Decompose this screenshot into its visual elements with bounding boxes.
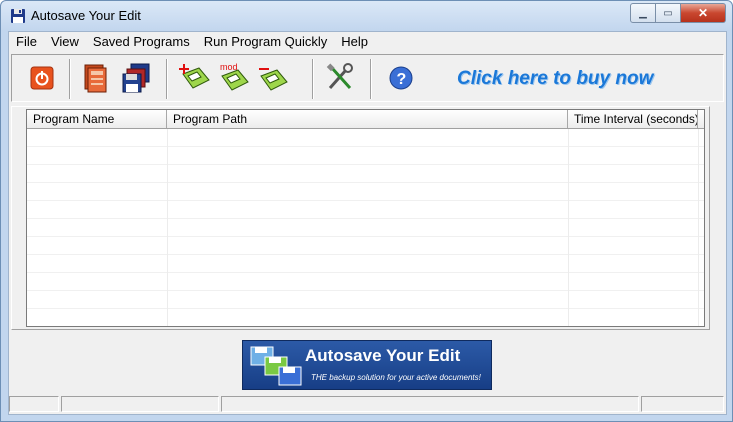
app-window: Autosave Your Edit ▁ ▭ ✕ File View Saved… xyxy=(0,0,733,422)
column-program-path[interactable]: Program Path xyxy=(167,110,568,128)
client-area: File View Saved Programs Run Program Qui… xyxy=(8,31,727,415)
menu-view[interactable]: View xyxy=(44,32,86,52)
menu-file[interactable]: File xyxy=(9,32,44,52)
add-program-button[interactable] xyxy=(178,61,212,95)
maximize-icon: ▭ xyxy=(663,7,673,19)
column-time-interval[interactable]: Time Interval (seconds) xyxy=(568,110,698,128)
status-panel xyxy=(9,396,59,412)
close-button[interactable]: ✕ xyxy=(681,3,726,23)
modify-floppy-icon: mod xyxy=(220,62,249,91)
floppy-app-icon xyxy=(11,9,25,23)
help-button[interactable]: ? xyxy=(384,61,418,95)
title-bar[interactable]: Autosave Your Edit ▁ ▭ ✕ xyxy=(1,1,732,31)
minimize-icon: ▁ xyxy=(639,7,647,19)
banner-title: Autosave Your Edit xyxy=(305,346,461,365)
open-folder-icon xyxy=(84,64,107,93)
toolbar-separator xyxy=(312,59,314,99)
product-banner[interactable]: Autosave Your Edit THE backup solution f… xyxy=(242,340,492,390)
remove-floppy-icon xyxy=(259,68,288,91)
program-list[interactable]: Program Name Program Path Time Interval … xyxy=(26,109,705,327)
status-panel xyxy=(641,396,724,412)
save-all-button[interactable] xyxy=(120,61,154,95)
column-program-name[interactable]: Program Name xyxy=(27,110,167,128)
toolbar: mod ? Click here to buy now xyxy=(11,54,724,102)
tools-icon xyxy=(326,63,353,90)
status-panel xyxy=(221,396,639,412)
menu-saved-programs[interactable]: Saved Programs xyxy=(86,32,197,52)
buy-now-link[interactable]: Click here to buy now xyxy=(457,68,653,90)
modify-program-button[interactable]: mod xyxy=(217,61,251,95)
toolbar-separator xyxy=(69,59,71,99)
settings-button[interactable] xyxy=(323,61,357,95)
status-panel xyxy=(61,396,219,412)
column-divider xyxy=(167,129,168,326)
floppy-stack-icon xyxy=(122,63,150,93)
menu-run-program-quickly[interactable]: Run Program Quickly xyxy=(197,32,335,52)
power-icon xyxy=(30,66,54,90)
banner-subtitle: THE backup solution for your active docu… xyxy=(311,373,481,382)
menu-bar: File View Saved Programs Run Program Qui… xyxy=(9,32,726,52)
status-bar xyxy=(9,396,726,414)
toolbar-separator xyxy=(166,59,168,99)
add-floppy-icon xyxy=(179,64,210,89)
window-controls: ▁ ▭ ✕ xyxy=(630,3,726,23)
open-button[interactable] xyxy=(80,61,114,95)
list-rows xyxy=(27,129,704,326)
remove-program-button[interactable] xyxy=(256,61,290,95)
close-icon: ✕ xyxy=(697,6,709,20)
window-title: Autosave Your Edit xyxy=(31,8,141,23)
help-icon: ? xyxy=(389,66,413,90)
maximize-button[interactable]: ▭ xyxy=(656,3,681,23)
menu-help[interactable]: Help xyxy=(334,32,375,52)
floppy-stack-icon xyxy=(250,346,302,386)
toolbar-separator xyxy=(370,59,372,99)
column-divider xyxy=(698,129,699,326)
stop-button[interactable] xyxy=(25,61,59,95)
minimize-button[interactable]: ▁ xyxy=(630,3,656,23)
svg-text:?: ? xyxy=(397,71,407,88)
list-header: Program Name Program Path Time Interval … xyxy=(27,110,704,129)
column-divider xyxy=(568,129,569,326)
mod-label: mod xyxy=(220,62,238,72)
